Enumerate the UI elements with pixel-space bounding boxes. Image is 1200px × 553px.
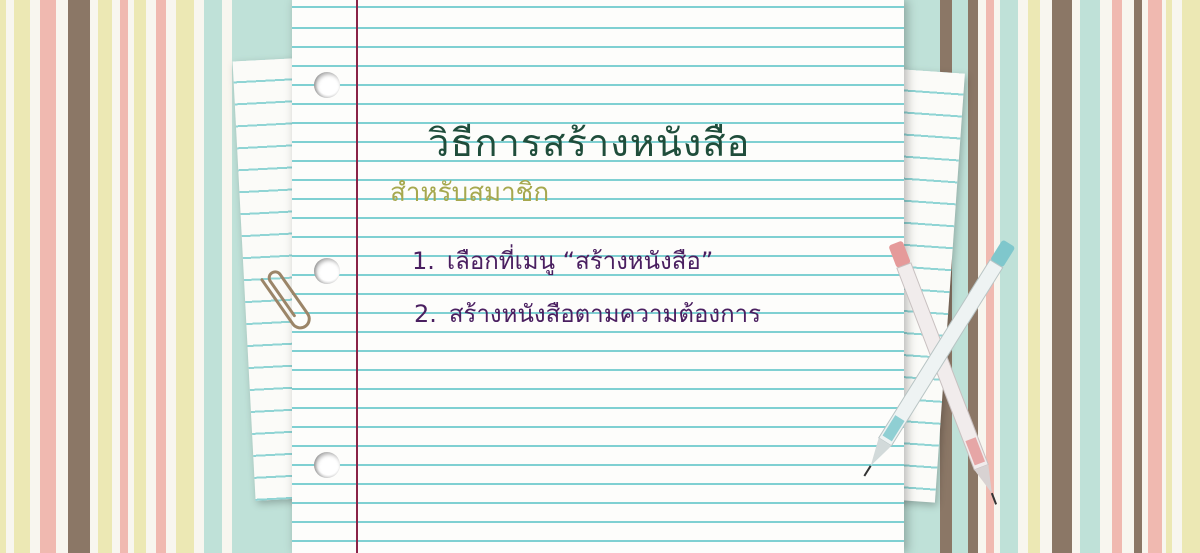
- margin-line: [356, 0, 358, 553]
- collage-canvas: วิธีการสร้างหนังสือ สำหรับสมาชิก 1. เลือก…: [0, 0, 1200, 553]
- step-text: สร้างหนังสือตามความต้องการ: [448, 300, 761, 328]
- punch-hole: [314, 452, 340, 478]
- step-item-1: 1. เลือกที่เมนู “สร้างหนังสือ”: [412, 241, 713, 280]
- step-number: 1.: [412, 247, 435, 275]
- punch-hole: [314, 258, 340, 284]
- page-subtitle: สำหรับสมาชิก: [390, 178, 550, 208]
- step-number: 2.: [414, 300, 437, 328]
- step-text: เลือกที่เมนู “สร้างหนังสือ”: [446, 247, 714, 275]
- page-title: วิธีการสร้างหนังสือ: [428, 121, 751, 165]
- step-item-2: 2. สร้างหนังสือตามความต้องการ: [414, 294, 761, 333]
- punch-hole: [314, 72, 340, 98]
- paper-clip-icon: [260, 270, 311, 330]
- teal-pen-icon: [863, 240, 1015, 477]
